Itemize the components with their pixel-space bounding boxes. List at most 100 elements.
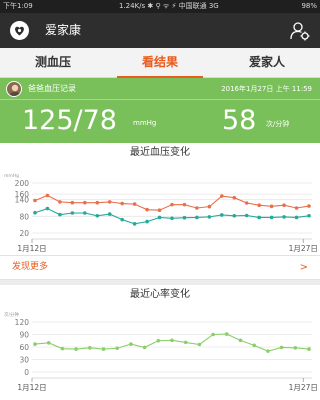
bp-x-tick-label: 1月27日 (289, 244, 318, 253)
status-network: 1.24K/s ✱ ⚲ ᯤ ⚡ 中国联通 3G (119, 2, 219, 10)
bp-x-tick-label: 1月12日 (17, 244, 46, 253)
bp-data-point (220, 194, 224, 198)
bp-data-point (45, 193, 50, 198)
bp-data-point (232, 213, 237, 218)
app-logo-icon (10, 21, 29, 40)
hr-data-point (46, 341, 51, 345)
status-bar: 下午1:09 1.24K/s ✱ ⚲ ᯤ ⚡ 中国联通 3G 98% (0, 0, 320, 13)
hr-data-point (129, 342, 133, 346)
hr-y-tick-label: 0 (24, 368, 29, 377)
hr-data-point (197, 342, 202, 347)
bp-data-point (244, 201, 249, 205)
bp-y-tick-label: 80 (19, 212, 29, 221)
hr-data-point (279, 345, 284, 350)
latest-record-panel: 爸爸血压记录 2016年1月27日 上午 11:59 125/78 mmHg 5… (0, 78, 320, 143)
bp-data-point (145, 207, 149, 212)
blood-pressure-unit: mmHg (133, 119, 157, 127)
bp-data-point (282, 203, 286, 208)
record-title: 爸爸血压记录 (28, 84, 76, 93)
bp-data-point (269, 204, 274, 209)
hr-data-point (88, 346, 92, 350)
blood-pressure-chart-card: 最近血压变化 mmHg 200 160 140 80 20 1月12日 1月27日 (0, 143, 320, 255)
heart-rate-value: 58 (222, 105, 257, 136)
hr-data-point (266, 349, 270, 353)
record-header: 爸爸血压记录 2016年1月27日 上午 11:59 (0, 78, 320, 100)
bp-data-point (220, 213, 224, 217)
bp-data-point (195, 215, 199, 220)
tab-results[interactable]: 看结果 (107, 48, 213, 78)
bp-data-point (195, 206, 199, 210)
bp-data-point (107, 212, 112, 216)
bp-y-tick-label: 20 (19, 229, 29, 238)
bp-data-point (294, 215, 299, 220)
bp-data-point (157, 215, 162, 220)
hr-data-point (211, 332, 215, 337)
discover-more-label[interactable]: 发现更多 (12, 256, 48, 279)
bp-data-point (120, 201, 124, 206)
bp-data-point (182, 202, 187, 207)
tab-measure[interactable]: 测血压 (0, 48, 106, 78)
bp-data-point (83, 211, 87, 215)
hr-y-tick-label: 60 (19, 343, 29, 352)
bp-data-point (294, 206, 299, 210)
bp-data-point (145, 219, 149, 224)
bp-data-point (170, 202, 174, 207)
hr-y-tick-label: 30 (19, 356, 29, 365)
hr-y-tick-label: 120 (15, 318, 30, 327)
hr-data-point (170, 338, 174, 343)
bp-data-point (307, 213, 311, 218)
tab-family[interactable]: 爱家人 (214, 48, 320, 78)
bp-data-point (282, 215, 286, 219)
bp-data-point (207, 204, 212, 209)
record-time: 2016年1月27日 上午 11:59 (221, 85, 312, 93)
bp-data-point (83, 200, 87, 205)
avatar[interactable] (6, 81, 22, 97)
hr-y-tick-label: 90 (19, 331, 29, 340)
hr-data-point (74, 347, 78, 351)
bp-data-point (269, 215, 274, 220)
hr-data-point (156, 338, 161, 343)
bp-data-point (170, 216, 174, 221)
app-bar: 爱家康 (0, 13, 320, 48)
hr-data-point (293, 346, 298, 350)
bp-data-point (95, 200, 100, 205)
hr-x-tick-label: 1月27日 (289, 383, 318, 392)
bp-data-point (33, 198, 37, 203)
hr-data-point (225, 332, 229, 336)
bp-y-tick-label: 140 (15, 196, 30, 205)
hr-data-point (307, 347, 311, 351)
bp-data-point (132, 202, 137, 206)
hr-data-point (142, 345, 147, 350)
bp-data-point (307, 204, 311, 208)
heart-rate-unit: 次/分钟 (266, 120, 290, 128)
bp-data-point (45, 206, 50, 211)
bp-data-point (95, 213, 100, 218)
status-time: 下午1:09 (3, 2, 33, 10)
bp-series-line (34, 194, 310, 211)
bp-data-point (70, 200, 75, 205)
bp-data-point (232, 195, 237, 200)
bp-data-point (257, 215, 261, 220)
bp-data-point (107, 200, 112, 204)
bp-data-point (157, 208, 162, 213)
bp-data-point (120, 217, 124, 222)
heart-rate-chart: 次/分钟120 90 60 30 0 1月12日 1月27日 (4, 311, 318, 392)
hr-data-point (238, 338, 243, 343)
bp-data-point (58, 200, 62, 204)
bp-data-point (207, 215, 212, 219)
bp-data-point (58, 212, 62, 217)
heart-rate-chart-card: 最近心率变化 次/分钟 120 90 60 30 0 1月12日 1月27日 (0, 285, 320, 400)
app-title: 爱家康 (45, 23, 82, 37)
bp-y-tick-label: 200 (15, 179, 30, 188)
bp-data-point (257, 203, 261, 208)
discover-more-row[interactable]: 发现更多 > (0, 255, 320, 280)
hr-data-point (252, 343, 256, 348)
hr-data-point (183, 340, 188, 345)
chevron-right-icon[interactable]: > (300, 256, 308, 279)
bp-data-point (70, 211, 75, 215)
hr-data-point (115, 346, 119, 351)
profile-settings-icon[interactable] (289, 20, 311, 42)
hr-data-point (101, 347, 106, 351)
hr-x-tick-label: 1月12日 (17, 383, 46, 392)
hr-data-point (33, 342, 37, 346)
